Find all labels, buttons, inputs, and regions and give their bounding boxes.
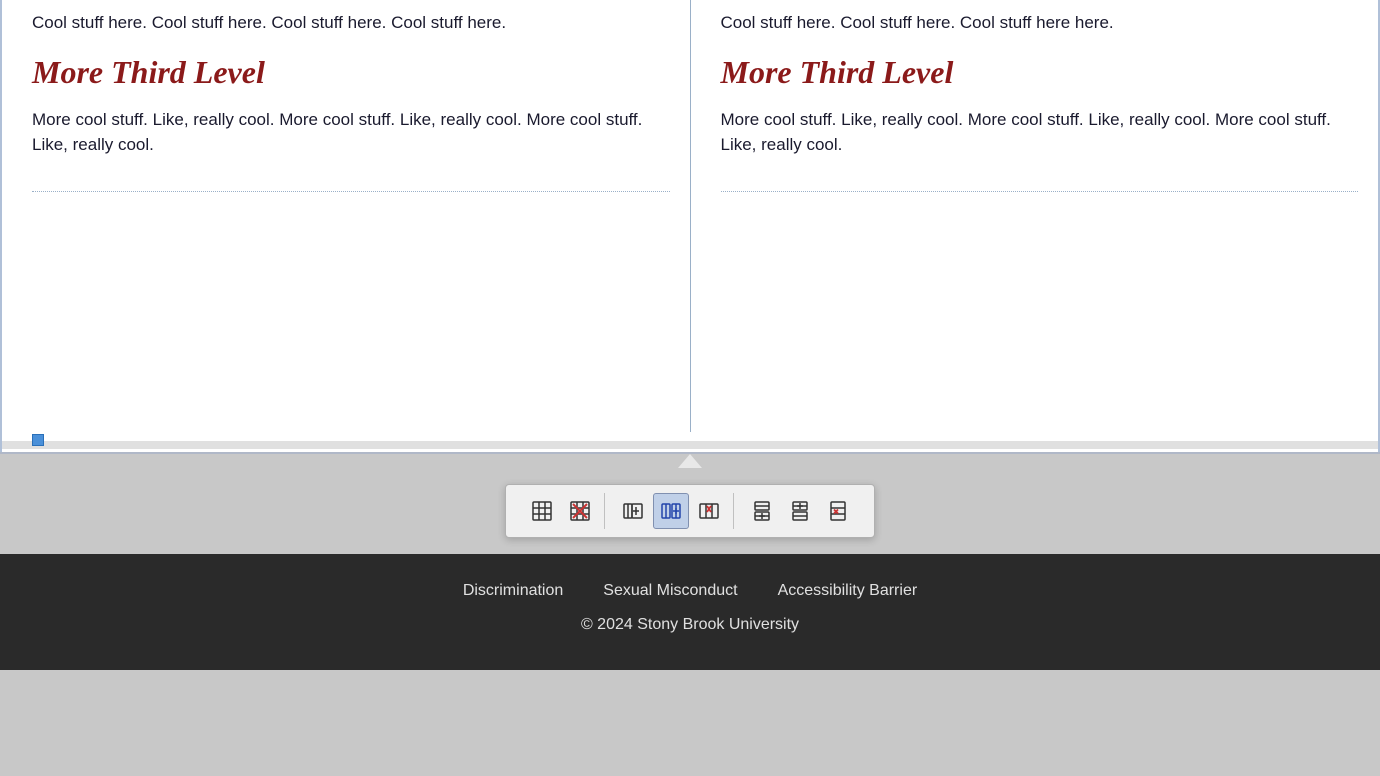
scrollbar-track[interactable]	[2, 441, 1378, 449]
delete-col-button[interactable]	[691, 493, 727, 529]
column-right-bottom	[721, 192, 1359, 402]
col2-bottom-text: More cool stuff. Like, really cool. More…	[721, 107, 1359, 158]
col2-top-text: Cool stuff here. Cool stuff here. Cool s…	[721, 10, 1359, 36]
scrollbar-area[interactable]	[0, 432, 1380, 452]
toolbar-group-columns	[609, 493, 734, 529]
footer: Discrimination Sexual Misconduct Accessi…	[0, 554, 1380, 670]
delete-row-button[interactable]	[820, 493, 856, 529]
toolbar-arrow	[678, 454, 702, 468]
insert-row-above-button[interactable]	[744, 493, 780, 529]
footer-copyright: © 2024 Stony Brook University	[0, 616, 1380, 634]
footer-link-discrimination[interactable]: Discrimination	[463, 582, 563, 600]
toolbar-group-table	[518, 493, 605, 529]
toolbar-popup	[505, 484, 875, 538]
delete-table-button[interactable]	[562, 493, 598, 529]
footer-links: Discrimination Sexual Misconduct Accessi…	[0, 582, 1380, 600]
column-left-bottom	[32, 192, 670, 402]
column-left-top: Cool stuff here. Cool stuff here. Cool s…	[32, 10, 670, 192]
col2-heading: More Third Level	[721, 54, 1359, 91]
insert-table-button[interactable]	[524, 493, 560, 529]
toolbar-group-rows	[738, 493, 862, 529]
column-left: Cool stuff here. Cool stuff here. Cool s…	[2, 0, 691, 432]
col1-bottom-text: More cool stuff. Like, really cool. More…	[32, 107, 670, 158]
toolbar-popup-area	[0, 454, 1380, 554]
col1-top-text: Cool stuff here. Cool stuff here. Cool s…	[32, 10, 670, 36]
insert-col-after-button[interactable]	[653, 493, 689, 529]
footer-link-sexual-misconduct[interactable]: Sexual Misconduct	[603, 582, 737, 600]
col1-heading: More Third Level	[32, 54, 670, 91]
columns-wrapper: Cool stuff here. Cool stuff here. Cool s…	[0, 0, 1380, 432]
scrollbar-thumb[interactable]	[32, 434, 44, 446]
insert-row-below-button[interactable]	[782, 493, 818, 529]
column-right-top: Cool stuff here. Cool stuff here. Cool s…	[721, 10, 1359, 192]
footer-link-accessibility-barrier[interactable]: Accessibility Barrier	[778, 582, 918, 600]
column-right: Cool stuff here. Cool stuff here. Cool s…	[691, 0, 1379, 432]
main-content: Cool stuff here. Cool stuff here. Cool s…	[0, 0, 1380, 454]
insert-col-before-button[interactable]	[615, 493, 651, 529]
